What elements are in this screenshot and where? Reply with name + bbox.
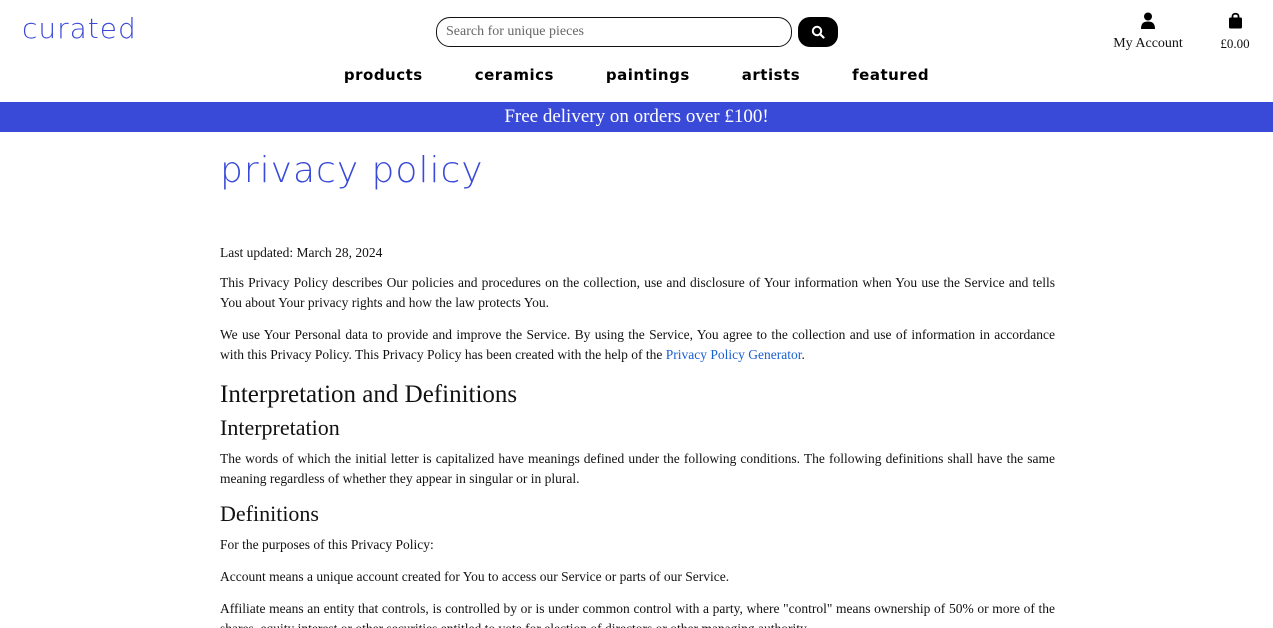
subheading-interpretation: Interpretation [220,415,340,440]
search-input[interactable] [436,17,792,47]
shopping-bag-icon [1228,12,1242,29]
main-nav: products ceramics paintings artists feat… [0,66,1273,84]
definition-account: Account means a unique account created f… [220,567,1055,587]
definition-text-account: means a unique account created for You t… [265,569,730,584]
nav-item-artists[interactable]: artists [742,66,800,84]
user-icon [1141,12,1155,29]
definition-term-account: Account [220,569,266,584]
my-account-link[interactable]: My Account [1108,12,1188,52]
privacy-policy-generator-link[interactable]: Privacy Policy Generator [666,347,802,362]
promo-banner: Free delivery on orders over £100! [0,102,1273,132]
search-icon [811,25,825,39]
section-heading-interpretation-definitions: Interpretation and Definitions [220,381,518,408]
privacy-content: privacy policy Last updated: March 28, 2… [220,132,1055,628]
page-title: privacy policy [220,150,484,191]
site-logo[interactable]: curated [22,12,137,45]
nav-item-paintings[interactable]: paintings [606,66,690,84]
cart-total: £0.00 [1220,36,1250,51]
definition-term-affiliate: Affiliate [220,601,266,616]
intro-paragraph-1: This Privacy Policy describes Our polici… [220,275,1055,310]
cart-link[interactable]: £0.00 [1210,12,1260,52]
nav-item-products[interactable]: products [344,66,423,84]
subheading-definitions: Definitions [220,501,319,526]
intro-2-text: We use Your Personal data to provide and… [220,327,1055,362]
search-button[interactable] [798,17,838,47]
definitions-intro: For the purposes of this Privacy Policy: [220,537,434,552]
site-header: curated My Account £0.00 products cerami… [0,0,1273,102]
interpretation-paragraph: The words of which the initial letter is… [220,451,1055,486]
definition-affiliate: Affiliate means an entity that controls,… [220,599,1055,628]
last-updated: Last updated: March 28, 2024 [220,245,383,260]
intro-paragraph-2: We use Your Personal data to provide and… [220,325,1055,365]
definition-text-affiliate: means an entity that controls, is contro… [220,601,1055,628]
my-account-label: My Account [1113,36,1183,51]
nav-item-ceramics[interactable]: ceramics [475,66,554,84]
intro-2-suffix: . [801,347,805,362]
nav-item-featured[interactable]: featured [852,66,929,84]
search-form [436,17,838,47]
